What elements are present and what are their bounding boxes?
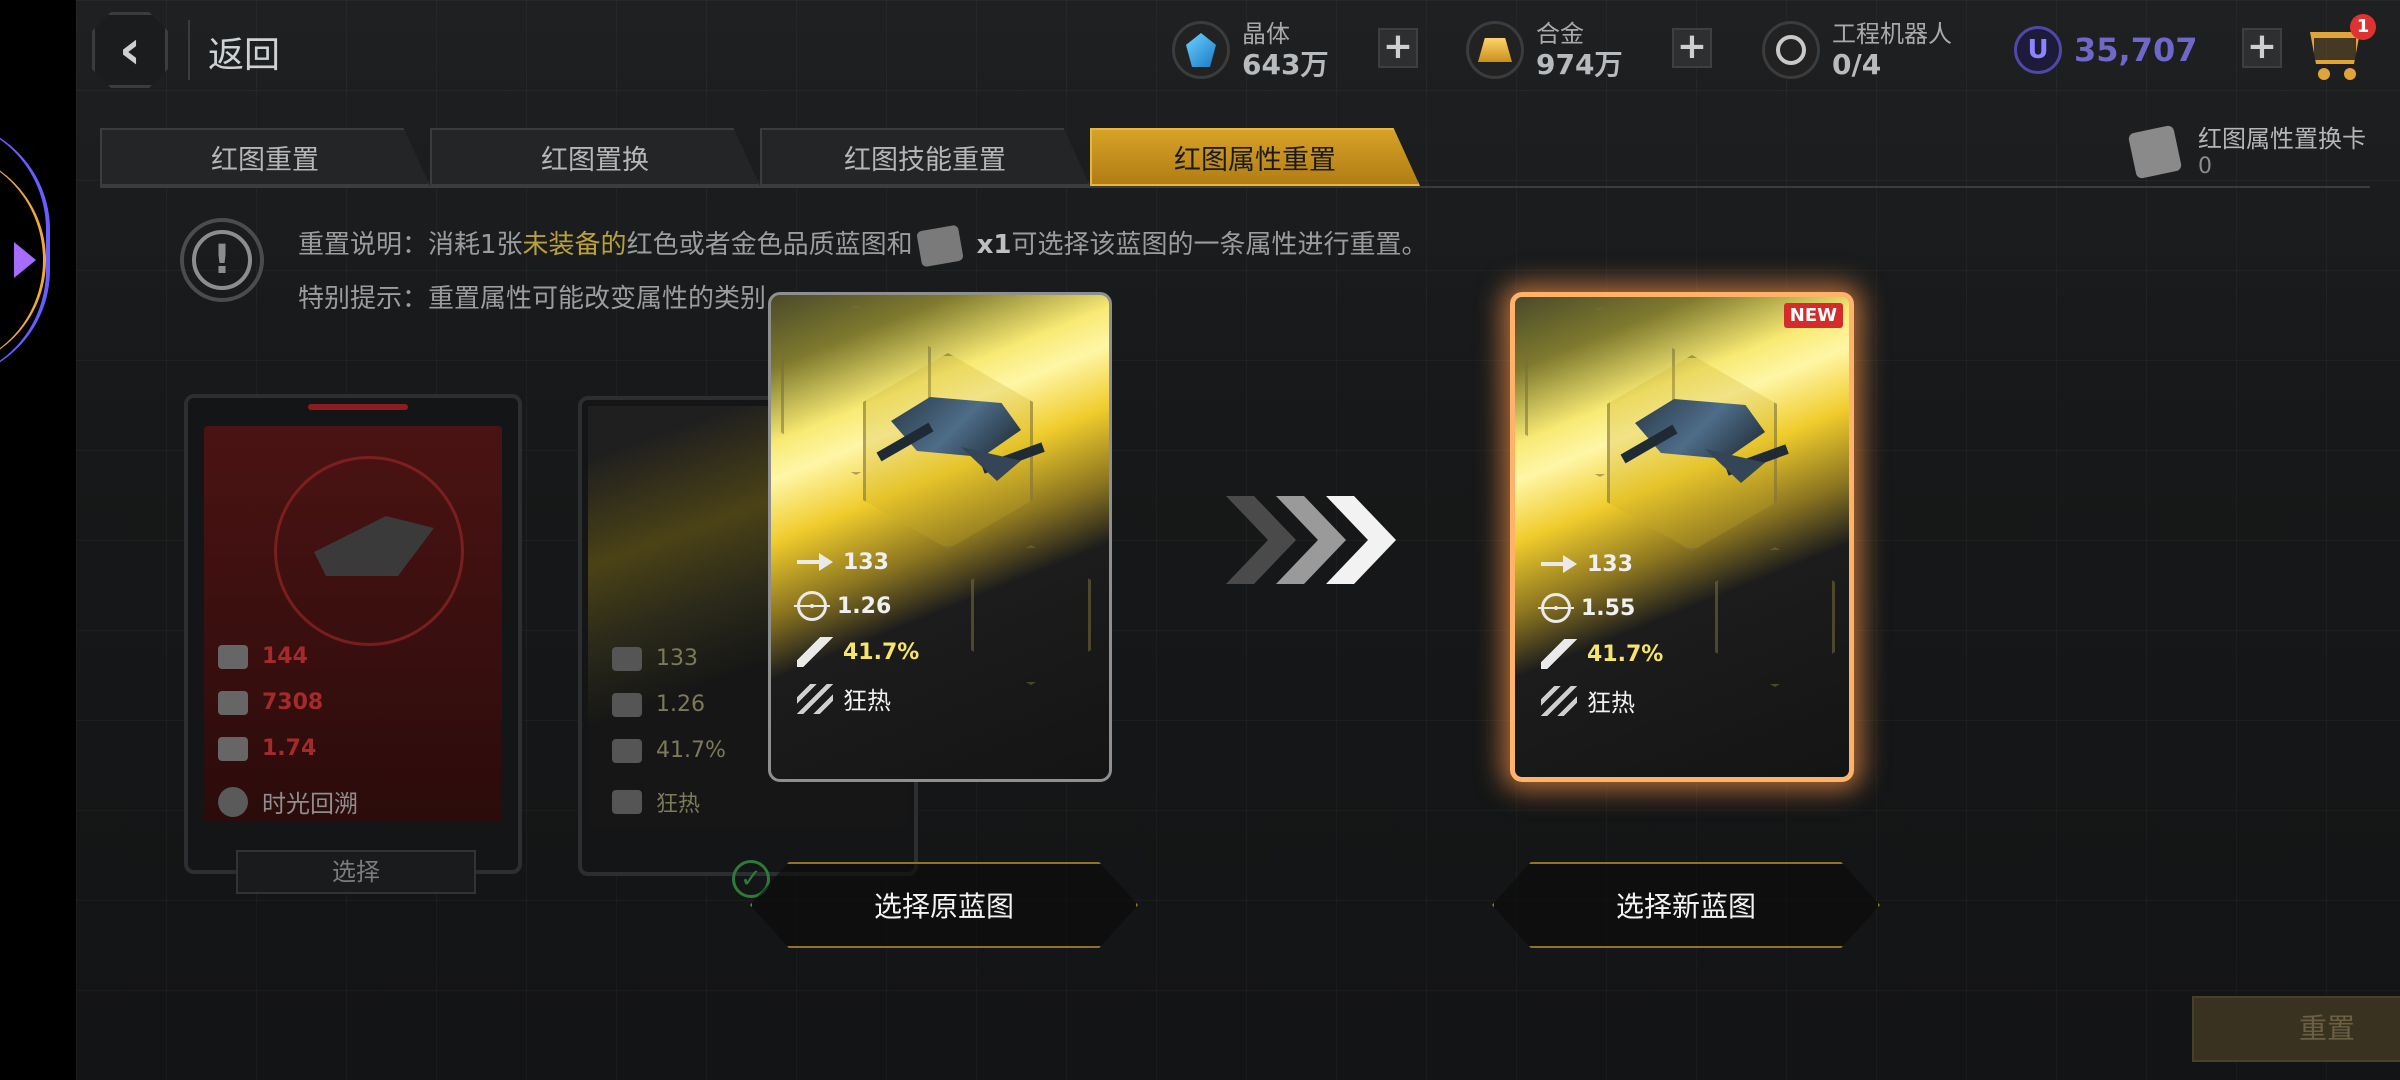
stat-rate: 41.7% [612, 738, 726, 763]
swap-card-icon [2127, 124, 2183, 179]
speed-icon [612, 646, 642, 671]
stat-hp: 7308 [218, 690, 323, 715]
u-coin-icon: U [2014, 26, 2062, 74]
chevron-left-icon: ‹ [118, 18, 142, 81]
add-crystal-button[interactable]: + [1378, 28, 1418, 68]
resource-name: 晶体 [1242, 20, 1290, 48]
select-original-label: 选择原蓝图 [873, 890, 1014, 923]
stat-accuracy: 1.26 [612, 692, 705, 717]
select-button[interactable]: 选择 [236, 850, 476, 894]
crystal-icon [1172, 21, 1230, 79]
resource-crystal: 晶体 643万 [1172, 14, 1328, 86]
swap-card-count: 0 [2198, 154, 2212, 179]
speed-arrow-icon [797, 547, 833, 577]
red-blueprint-card[interactable]: 144 7308 1.74 时光回溯 选择 [184, 394, 522, 894]
stat-rate: 1.74 [218, 736, 316, 761]
side-panel-edge [0, 0, 76, 1080]
info-icon: ! [180, 218, 264, 302]
add-alloy-button[interactable]: + [1672, 28, 1712, 68]
swap-card-label: 红图属性置换卡 [2198, 125, 2366, 153]
tab-red-reset[interactable]: 红图重置 [100, 128, 430, 186]
new-badge: NEW [1783, 303, 1843, 328]
missile-icon [612, 738, 642, 763]
stat-speed: 144 [218, 644, 308, 669]
tab-red-swap[interactable]: 红图置换 [430, 128, 760, 186]
resource-alloy: 合金 974万 [1466, 14, 1622, 86]
hp-icon [218, 690, 248, 715]
stat-speed: 133 [1541, 549, 1633, 579]
stat-speed: 133 [612, 646, 698, 671]
header-divider [188, 20, 190, 80]
attribute-swap-card-counter: 红图属性置换卡 0 [2127, 124, 2366, 179]
cart-icon [2310, 32, 2360, 64]
ship-image [1605, 379, 1789, 489]
skill-icon [1541, 685, 1577, 716]
speed-arrow-icon [1541, 549, 1577, 579]
shop-cart-button[interactable]: 1 [2304, 14, 2376, 82]
resource-value: 0/4 [1832, 48, 1882, 81]
resource-name: 合金 [1536, 20, 1584, 48]
stat-accuracy: 1.55 [1538, 593, 1635, 623]
side-expand-arrow-icon[interactable] [14, 242, 36, 278]
blueprint-card-icon [915, 224, 964, 267]
stat-speed: 133 [797, 547, 889, 577]
special-note: 特别提示：重置属性可能改变属性的类别 [298, 284, 767, 314]
ship-image [861, 377, 1045, 487]
missile-icon [1541, 639, 1577, 669]
resource-name: 工程机器人 [1832, 20, 1952, 48]
robot-icon [1762, 21, 1820, 79]
new-blueprint-card[interactable]: NEW 133 1.55 41.7% 狂热 [1510, 292, 1854, 782]
stat-accuracy: 1.26 [794, 591, 891, 621]
tabs-divider [100, 186, 2370, 188]
crosshair-icon [1538, 593, 1574, 623]
stat-rate: 41.7% [1541, 639, 1663, 669]
speed-icon [218, 644, 248, 669]
select-new-blueprint-button[interactable]: 选择新蓝图 [1492, 862, 1880, 948]
missile-icon [797, 637, 833, 667]
alloy-icon [1466, 21, 1524, 79]
crosshair-icon [794, 591, 830, 621]
cart-badge: 1 [2350, 14, 2376, 40]
tab-red-attribute-reset[interactable]: 红图属性重置 [1090, 128, 1420, 186]
stat-skill: 狂热 [797, 681, 891, 716]
original-blueprint-card[interactable]: 133 1.26 41.7% 狂热 [768, 292, 1112, 782]
stat-rate: 41.7% [797, 637, 919, 667]
rate-icon [218, 736, 248, 761]
accuracy-icon [612, 692, 642, 717]
resource-value: 974万 [1536, 48, 1623, 81]
select-original-blueprint-button[interactable]: 选择原蓝图 [750, 862, 1138, 948]
resource-value: 643万 [1242, 48, 1329, 81]
tab-red-skill-reset[interactable]: 红图技能重置 [760, 128, 1090, 186]
reset-description: 重置说明：消耗1张未装备的红色或者金色品质蓝图和 x1可选择该蓝图的一条属性进行重… [298, 224, 1427, 267]
skill-icon [797, 683, 833, 714]
resource-u-currency: U 35,707 [2014, 14, 2197, 86]
skill-icon [612, 790, 642, 814]
highlight-text: 未装备的 [522, 230, 627, 260]
resource-robot: 工程机器人 0/4 [1762, 14, 1952, 86]
u-currency-value: 35,707 [2074, 31, 2198, 69]
reset-button[interactable]: 重置 [2192, 996, 2400, 1062]
select-new-label: 选择新蓝图 [1615, 890, 1756, 923]
skill-label: 狂热 [612, 786, 700, 818]
stat-skill: 狂热 [1541, 683, 1635, 718]
skill-label: 时光回溯 [218, 784, 358, 819]
back-label[interactable]: 返回 [208, 26, 280, 78]
main-screen: ‹ 返回 晶体 643万 + 合金 974万 + 工程机器人 0/4 U 35,… [76, 0, 2400, 1080]
transform-arrows-icon [1226, 496, 1406, 586]
back-button[interactable]: ‹ [92, 12, 168, 88]
add-u-currency-button[interactable]: + [2242, 28, 2282, 68]
skill-icon [218, 786, 248, 817]
